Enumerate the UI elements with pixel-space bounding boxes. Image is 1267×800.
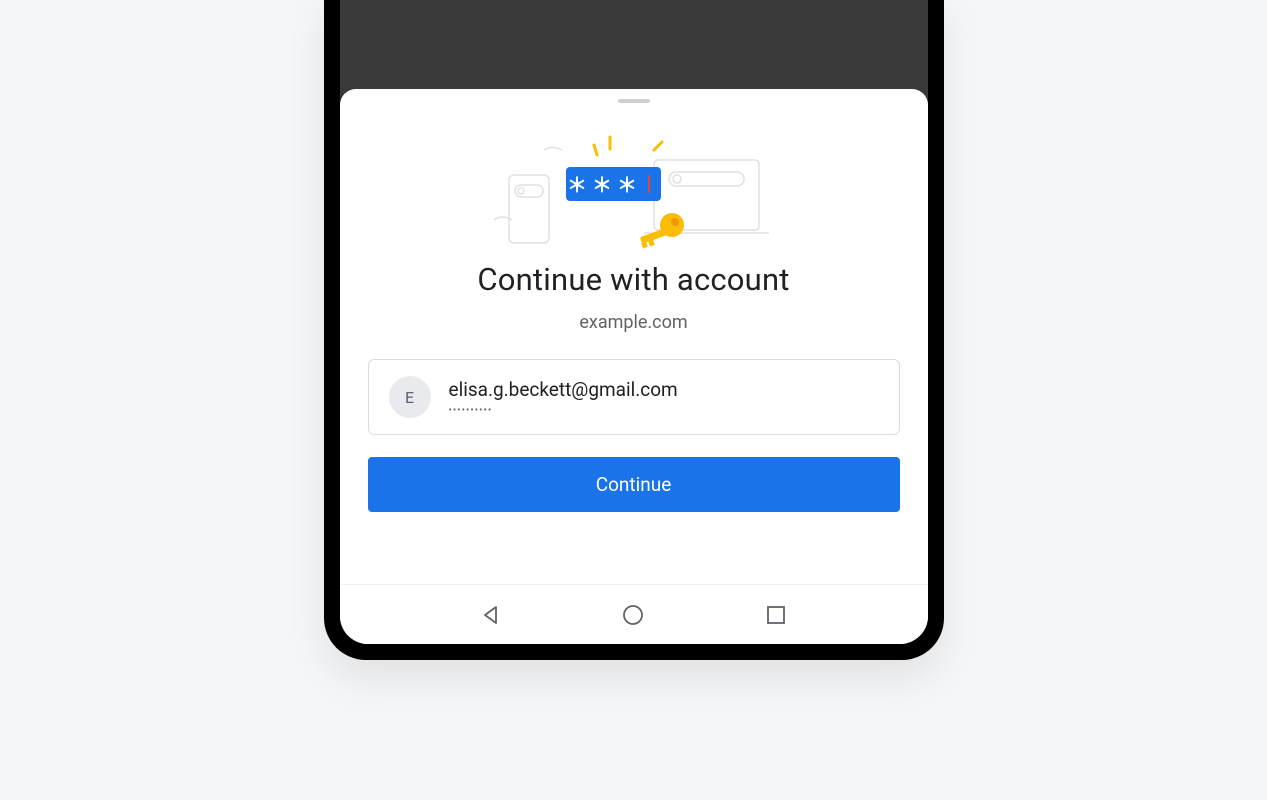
sheet-title: Continue with account xyxy=(340,261,928,298)
account-info: elisa.g.beckett@gmail.com •••••••••• xyxy=(449,378,678,416)
sheet-domain: example.com xyxy=(340,312,928,333)
account-option[interactable]: E elisa.g.beckett@gmail.com •••••••••• xyxy=(368,359,900,435)
drag-handle[interactable] xyxy=(618,99,650,103)
password-manager-illustration: ＊ ＊ ＊ xyxy=(340,125,928,255)
avatar: E xyxy=(389,376,431,418)
app-backdrop xyxy=(340,0,928,89)
phone-frame: ＊ ＊ ＊ Continue with account example.com xyxy=(324,0,944,660)
phone-screen: ＊ ＊ ＊ Continue with account example.com xyxy=(340,0,928,644)
recents-icon[interactable] xyxy=(764,603,788,627)
bottom-sheet: ＊ ＊ ＊ Continue with account example.com xyxy=(340,89,928,644)
account-email: elisa.g.beckett@gmail.com xyxy=(449,378,678,401)
home-icon[interactable] xyxy=(621,603,645,627)
avatar-initial: E xyxy=(405,388,414,407)
system-navigation-bar xyxy=(340,584,928,644)
account-password-mask: •••••••••• xyxy=(449,405,678,416)
continue-button[interactable]: Continue xyxy=(368,457,900,512)
svg-text:＊ ＊ ＊: ＊ ＊ ＊ xyxy=(567,173,637,197)
back-icon[interactable] xyxy=(479,603,503,627)
